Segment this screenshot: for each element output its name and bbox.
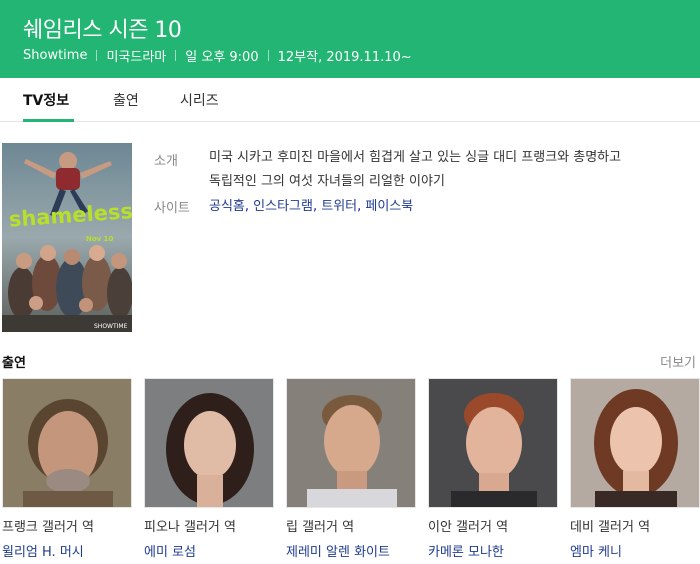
meta-divider: [175, 50, 177, 61]
cast-photo[interactable]: [428, 378, 558, 508]
role-label: 립 갤러거 역: [286, 520, 355, 535]
cast-photo[interactable]: [286, 378, 416, 508]
meta-episodes: 12부작, 2019.11.10~: [277, 50, 412, 65]
link-instagram[interactable]: 인스타그램: [253, 199, 313, 214]
cast-section-title: 출연: [2, 356, 26, 371]
tab-bar: TV정보 출연 시리즈: [0, 78, 700, 122]
site-label: 사이트: [154, 201, 190, 216]
poster-network-text: SHOWTIME: [94, 323, 128, 330]
meta-network[interactable]: Showtime: [23, 48, 87, 63]
actor-name-link[interactable]: 카메론 모나한: [428, 541, 558, 560]
cast-card[interactable]: 프랭크 갤러거 역 윌리엄 H. 머시: [2, 378, 132, 560]
cast-card[interactable]: 립 갤러거 역 제레미 알렌 화이트: [286, 378, 416, 560]
meta-divider: [267, 50, 269, 61]
cast-photo[interactable]: [144, 378, 274, 508]
role-label: 프랭크 갤러거 역: [2, 520, 94, 535]
tab-tv-info[interactable]: TV정보: [23, 90, 69, 110]
meta-line: Showtime 미국드라마 일 오후 9:00 12부작, 2019.11.1…: [23, 46, 412, 65]
more-link[interactable]: 더보기: [660, 352, 696, 371]
role-label: 이안 갤러거 역: [428, 520, 509, 535]
page-title: 쉐임리스 시즌 10: [23, 18, 182, 43]
intro-line: 미국 시카고 후미진 마을에서 힘겹게 살고 있는 싱글 대디 프랭크와 총명하…: [209, 150, 622, 165]
intro-label: 소개: [154, 154, 178, 169]
title-header: 쉐임리스 시즌 10 Showtime 미국드라마 일 오후 9:00 12부작…: [0, 0, 700, 78]
tab-cast[interactable]: 출연: [113, 90, 139, 110]
link-facebook[interactable]: 페이스북: [365, 199, 413, 214]
cast-card[interactable]: 데비 갤러거 역 엠마 케니: [570, 378, 700, 560]
active-tab-indicator: [23, 119, 74, 122]
site-links: 공식홈, 인스타그램, 트위터, 페이스북: [209, 199, 414, 214]
role-label: 데비 갤러거 역: [570, 520, 651, 535]
tab-series[interactable]: 시리즈: [180, 90, 219, 110]
meta-genre: 미국드라마: [106, 50, 167, 65]
meta-divider: [96, 50, 98, 61]
intro-text: 미국 시카고 후미진 마을에서 힘겹게 살고 있는 싱글 대디 프랭크와 총명하…: [209, 146, 689, 194]
poster-image[interactable]: shameless Nov 10 SHOWTIME: [2, 143, 132, 332]
actor-name-link[interactable]: 제레미 알렌 화이트: [286, 541, 416, 560]
cast-card[interactable]: 피오나 갤러거 역 에미 로섬: [144, 378, 274, 560]
actor-name-link[interactable]: 엠마 케니: [570, 541, 700, 560]
poster-date-text: Nov 10: [86, 235, 114, 243]
cast-card[interactable]: 이안 갤러거 역 카메론 모나한: [428, 378, 558, 560]
cast-photo[interactable]: [2, 378, 132, 508]
link-official-home[interactable]: 공식홈: [209, 199, 245, 214]
meta-airtime: 일 오후 9:00: [185, 50, 259, 65]
intro-line: 독립적인 그의 여섯 자녀들의 리얼한 이야기: [209, 174, 445, 189]
cast-photo[interactable]: [570, 378, 700, 508]
actor-name-link[interactable]: 에미 로섬: [144, 541, 274, 560]
actor-name-link[interactable]: 윌리엄 H. 머시: [2, 541, 132, 560]
role-label: 피오나 갤러거 역: [144, 520, 236, 535]
link-twitter[interactable]: 트위터: [321, 199, 357, 214]
